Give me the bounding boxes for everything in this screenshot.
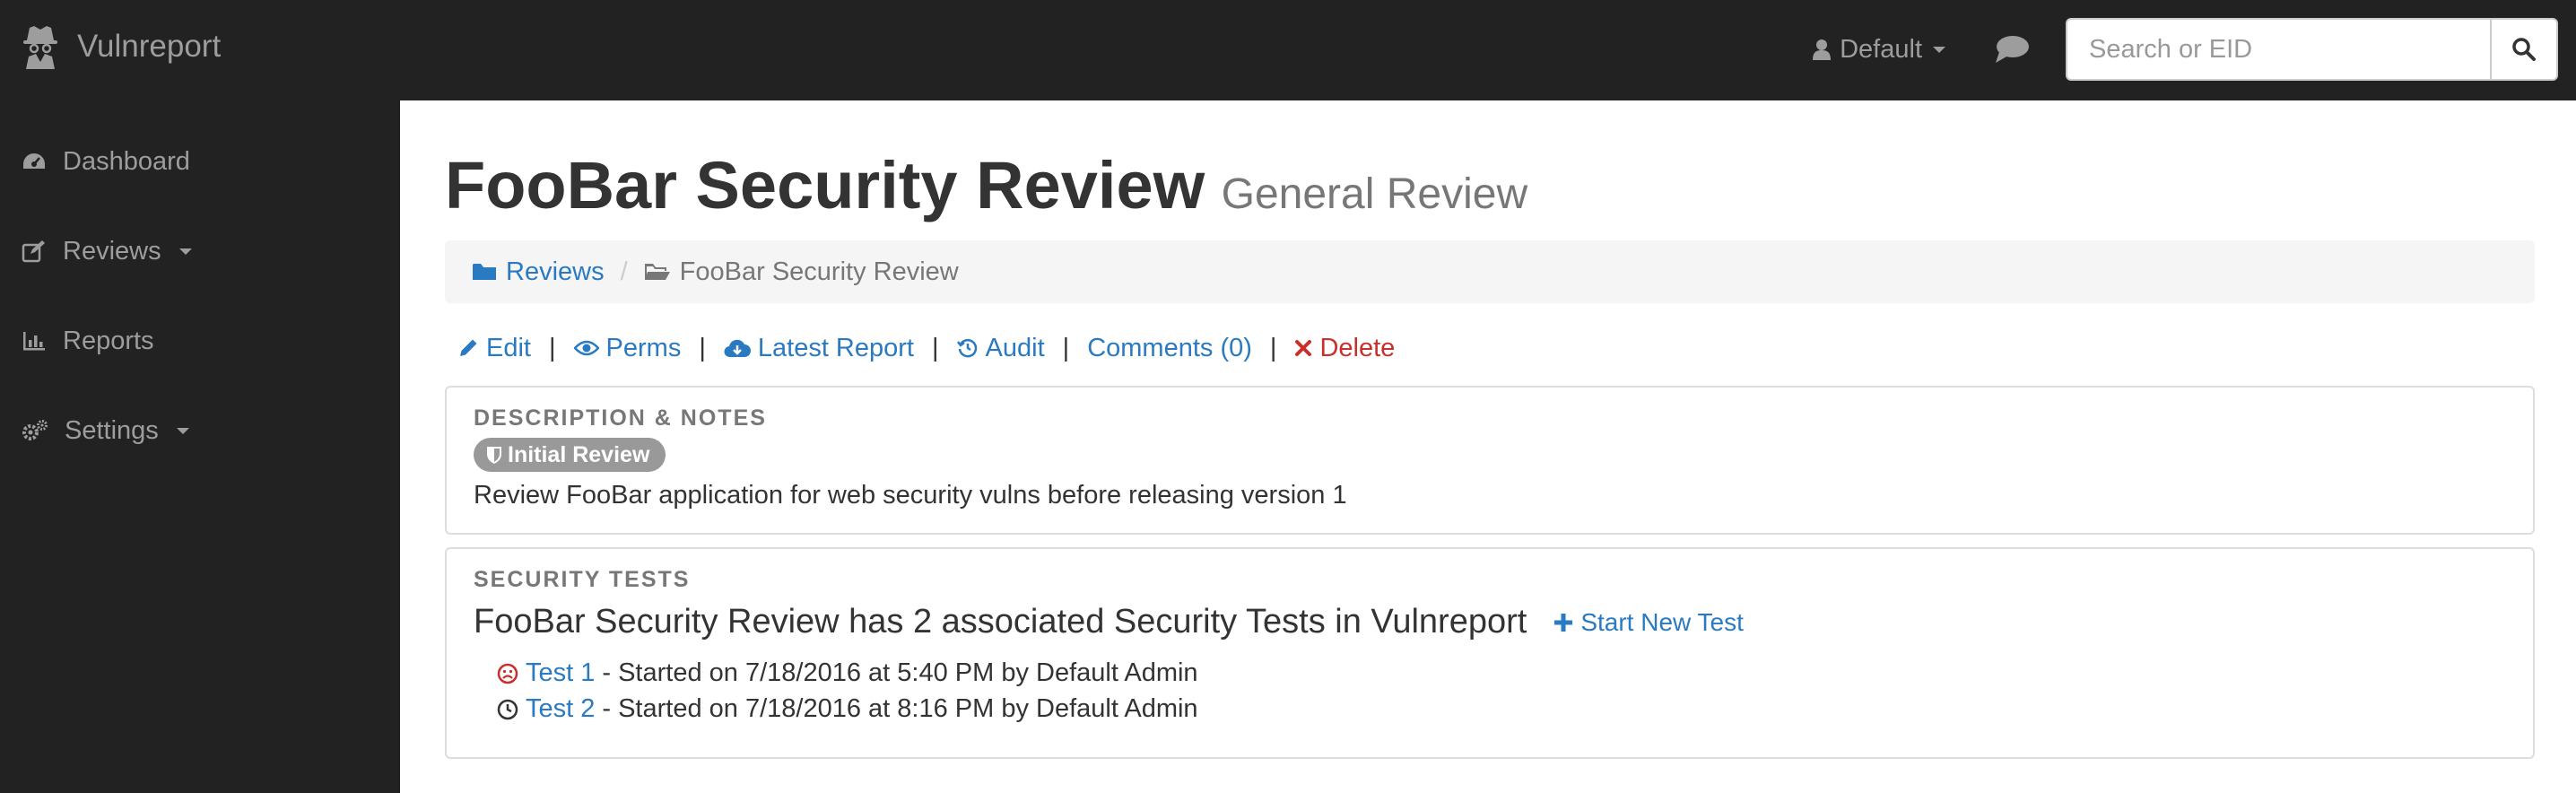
plus-icon [1554, 613, 1573, 632]
clock-icon [497, 699, 518, 719]
sidebar-item-label: Reports [63, 326, 154, 355]
action-separator: | [1062, 333, 1070, 362]
comment-icon[interactable] [1994, 34, 2030, 65]
test-list-item: Test 2 - Started on 7/18/2016 at 8:16 PM… [497, 694, 1198, 724]
action-label: Perms [605, 333, 682, 362]
breadcrumb-label: FooBar Security Review [679, 257, 959, 286]
action-label: Latest Report [757, 333, 914, 362]
edit-link[interactable]: Edit [457, 334, 531, 363]
description-panel: DESCRIPTION & NOTES Initial Review Revie… [445, 386, 2535, 535]
main-content: FooBar Security Review General Review Re… [400, 100, 2576, 793]
panel-label: DESCRIPTION & NOTES [474, 405, 767, 431]
sidebar-item-reports[interactable]: Reports [22, 314, 154, 368]
frown-icon [497, 663, 518, 684]
brand[interactable]: Vulnreport [22, 22, 221, 72]
search-button[interactable] [2490, 18, 2558, 81]
breadcrumb-separator: / [620, 257, 628, 286]
user-icon [1813, 39, 1832, 60]
latest-report-link[interactable]: Latest Report [724, 334, 914, 363]
test-detail: - Started on 7/18/2016 at 5:40 PM by Def… [602, 658, 1198, 687]
cogs-icon [22, 420, 48, 440]
bar-chart-icon [23, 332, 45, 351]
page-subtitle: General Review [1221, 170, 1528, 218]
sidebar-item-label: Settings [65, 415, 159, 445]
page-header: FooBar Security Review General Review [445, 147, 1527, 223]
review-actions-bar: Edit | Perms | Latest Report | Audit | C… [457, 328, 1395, 368]
page-title: FooBar Security Review [445, 148, 1205, 222]
perms-link[interactable]: Perms [573, 333, 682, 363]
test-link[interactable]: Test 2 [526, 694, 595, 724]
test-link[interactable]: Test 1 [526, 658, 595, 688]
delete-link[interactable]: Delete [1294, 334, 1395, 363]
sidebar: Dashboard Reviews Reports Settings [0, 99, 400, 793]
search-icon [2512, 38, 2536, 61]
search-input[interactable] [2066, 18, 2490, 81]
start-new-test-label: Start New Test [1580, 607, 1744, 636]
times-icon [1295, 340, 1312, 356]
action-separator: | [931, 333, 939, 362]
panel-label: SECURITY TESTS [474, 567, 691, 592]
eye-icon [573, 340, 599, 356]
edit-icon [22, 240, 45, 263]
test-detail: - Started on 7/18/2016 at 8:16 PM by Def… [602, 694, 1198, 723]
shield-icon [487, 447, 501, 464]
sidebar-item-label: Dashboard [63, 146, 190, 176]
action-label: Comments (0) [1087, 333, 1252, 362]
breadcrumb-reviews-link[interactable]: Reviews [472, 257, 605, 287]
action-label: Edit [486, 333, 531, 362]
brand-name: Vulnreport [77, 29, 222, 64]
breadcrumb-current: FooBar Security Review [644, 257, 959, 287]
action-label: Delete [1319, 333, 1396, 362]
sidebar-item-dashboard[interactable]: Dashboard [22, 135, 190, 188]
tests-heading: FooBar Security Review has 2 associated … [474, 603, 1744, 641]
spy-logo-icon [23, 26, 57, 69]
folder-open-icon [644, 264, 670, 280]
pencil-icon [460, 339, 477, 356]
caret-down-icon [176, 427, 189, 434]
sidebar-item-label: Reviews [63, 236, 161, 266]
badge-label: Initial Review [508, 441, 650, 467]
search-form [2066, 18, 2558, 81]
action-separator: | [548, 333, 556, 362]
sidebar-item-settings[interactable]: Settings [22, 404, 189, 458]
history-icon [956, 338, 977, 358]
caret-down-icon [178, 248, 192, 255]
dashboard-icon [23, 153, 45, 169]
caret-down-icon [1933, 46, 1945, 53]
status-badge: Initial Review [474, 438, 666, 472]
action-separator: | [1269, 333, 1277, 362]
action-separator: | [699, 333, 706, 362]
user-menu-label: Default [1840, 34, 1922, 64]
start-new-test-link[interactable]: Start New Test [1553, 608, 1744, 637]
folder-icon [473, 264, 496, 280]
tests-heading-text: FooBar Security Review has 2 associated … [474, 603, 1527, 640]
test-list-item: Test 1 - Started on 7/18/2016 at 5:40 PM… [497, 658, 1198, 688]
breadcrumb: Reviews / FooBar Security Review [445, 240, 2535, 303]
description-text: Review FooBar application for web securi… [474, 481, 1347, 510]
action-label: Audit [985, 333, 1045, 362]
audit-link[interactable]: Audit [956, 333, 1045, 363]
comments-link[interactable]: Comments (0) [1087, 334, 1252, 363]
cloud-download-icon [724, 339, 751, 358]
breadcrumb-label: Reviews [506, 257, 605, 286]
sidebar-item-reviews[interactable]: Reviews [22, 224, 192, 278]
security-tests-panel: SECURITY TESTS FooBar Security Review ha… [445, 547, 2535, 759]
top-navbar: Vulnreport Default [0, 0, 2576, 99]
user-menu-dropdown[interactable]: Default [1813, 35, 1945, 65]
